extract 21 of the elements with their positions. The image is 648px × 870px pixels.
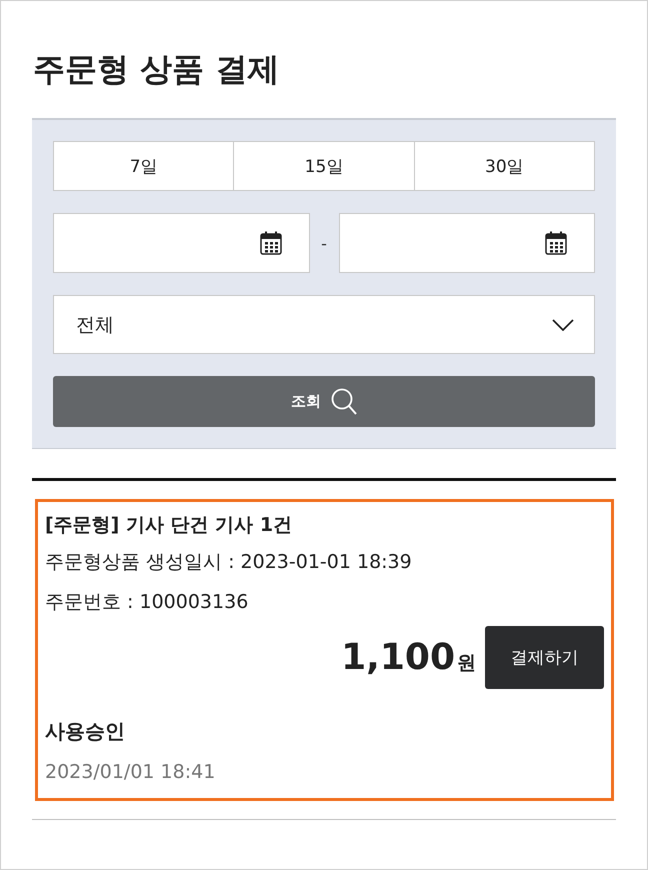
end-date-field[interactable] bbox=[338, 213, 595, 273]
page-title: 주문형 상품 결제 bbox=[32, 49, 280, 90]
start-date-field[interactable] bbox=[53, 213, 310, 273]
created-date: 주문형상품 생성일시 : 2023-01-01 18:39 bbox=[45, 550, 413, 575]
pay-button[interactable]: 결제하기 bbox=[485, 626, 604, 689]
status-select[interactable]: 전체 bbox=[53, 295, 595, 354]
period-button[interactable]: 7일 bbox=[53, 141, 234, 191]
order-name: [주문형] 기사 단건 기사 1건 bbox=[45, 513, 294, 538]
order-amount: 1,100 원 bbox=[341, 637, 476, 678]
date-separator: - bbox=[320, 234, 328, 252]
search-button[interactable]: 조회 bbox=[53, 376, 595, 427]
period-button[interactable]: 15일 bbox=[233, 141, 415, 191]
calendar-icon[interactable] bbox=[260, 231, 282, 255]
calendar-icon[interactable] bbox=[545, 231, 567, 255]
search-icon bbox=[331, 388, 357, 416]
period-button[interactable]: 30일 bbox=[414, 141, 595, 191]
select-value: 전체 bbox=[76, 312, 114, 338]
status-time: 2023/01/01 18:41 bbox=[45, 760, 216, 785]
order-number: 주문번호 : 100003136 bbox=[45, 590, 250, 615]
chevron-down-icon bbox=[552, 318, 574, 330]
order-status: 사용승인 bbox=[45, 718, 126, 744]
